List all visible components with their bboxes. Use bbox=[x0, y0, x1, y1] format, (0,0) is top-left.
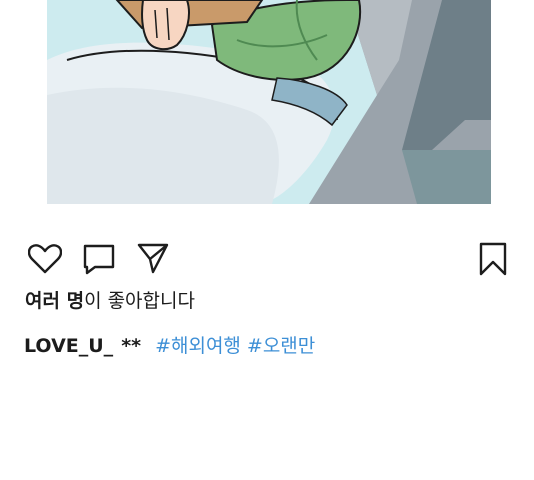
hashtag-list: #해외여행 #오랜만 bbox=[155, 335, 315, 357]
speech-bubble-icon[interactable] bbox=[83, 244, 115, 275]
caption-stars: ** bbox=[121, 335, 142, 357]
webtoon-panel-illustration bbox=[47, 0, 491, 204]
post-caption: LOVE_U_ ** #해외여행 #오랜만 bbox=[24, 331, 315, 358]
hashtag-link[interactable]: #오랜만 bbox=[247, 335, 315, 357]
bookmark-outline-icon[interactable] bbox=[479, 242, 507, 276]
post-action-bar bbox=[0, 236, 534, 280]
paper-plane-icon[interactable] bbox=[137, 242, 169, 274]
hashtag-link[interactable]: #해외여행 bbox=[155, 335, 241, 357]
like-count-text: 여러 명이 좋아합니다 bbox=[25, 286, 195, 313]
likes-bold-label: 여러 명 bbox=[25, 290, 85, 312]
heart-outline-icon[interactable] bbox=[28, 244, 62, 274]
likes-suffix-label: 이 좋아합니다 bbox=[84, 290, 195, 312]
username-link[interactable]: LOVE_U_ bbox=[24, 335, 113, 357]
post-image bbox=[47, 0, 491, 204]
